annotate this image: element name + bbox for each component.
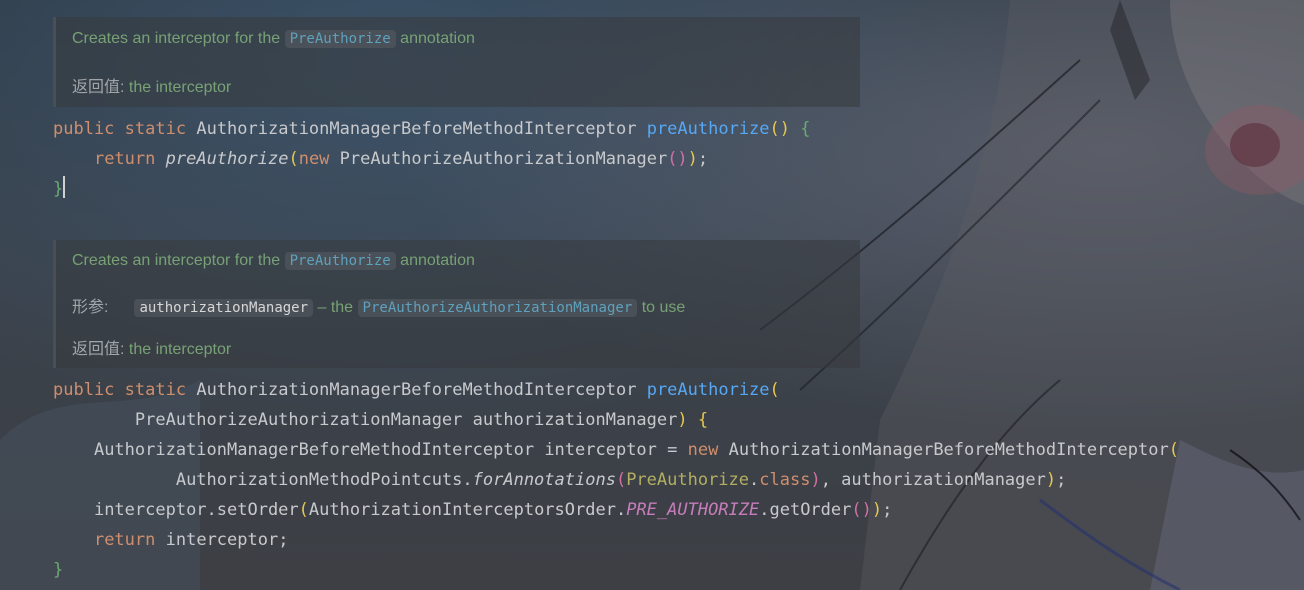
return-type[interactable]: AuthorizationManagerBeforeMethodIntercep… <box>196 380 636 400</box>
static-method[interactable]: forAnnotations <box>473 470 616 490</box>
paren-open: ( <box>769 380 780 400</box>
return-var[interactable]: interceptor; <box>166 530 289 550</box>
param-after: to use <box>641 299 686 316</box>
javadoc-description: Creates an interceptor for the PreAuthor… <box>72 30 475 48</box>
paren: () <box>769 119 791 139</box>
code-method-1[interactable]: public static AuthorizationManagerBefore… <box>53 114 811 204</box>
keyword-new: new <box>298 149 330 169</box>
javadoc-link-preauthorize[interactable]: PreAuthorize <box>284 30 396 48</box>
semicolon: ; <box>697 149 709 169</box>
javadoc-block-2: Creates an interceptor for the PreAuthor… <box>53 240 860 368</box>
paren-open: ( <box>615 470 627 490</box>
keyword-static: static <box>124 119 187 139</box>
paren-close: ) <box>810 470 821 490</box>
assign-op: = <box>667 440 678 460</box>
javadoc-returns: 返回值: the interceptor <box>72 335 231 359</box>
paren-open: ( <box>288 149 299 169</box>
keyword-return: return <box>93 149 156 169</box>
keyword-public: public <box>53 380 115 400</box>
dot: . <box>749 470 760 490</box>
class-ref[interactable]: AuthorizationInterceptorsOrder. <box>309 500 626 520</box>
param-name: authorizationManager <box>134 299 314 317</box>
paren-close: ) <box>687 149 698 169</box>
keyword-public: public <box>53 119 115 139</box>
javadoc-link-manager[interactable]: PreAuthorizeAuthorizationManager <box>357 299 638 317</box>
returns-label: 返回值: <box>72 79 125 96</box>
keyword-static: static <box>124 380 187 400</box>
javadoc-params: 形参: authorizationManager – the PreAuthor… <box>72 293 685 317</box>
returns-text: the interceptor <box>128 341 232 358</box>
class-name[interactable]: AuthorizationManagerBeforeMethodIntercep… <box>729 440 1169 460</box>
paren-close-outer: ) <box>1045 470 1057 490</box>
javadoc-description: Creates an interceptor for the PreAuthor… <box>72 252 475 270</box>
annotation-ref[interactable]: PreAuthorize <box>626 470 749 490</box>
close-brace: } <box>53 560 64 580</box>
javadoc-link-preauthorize[interactable]: PreAuthorize <box>284 252 396 270</box>
method-call[interactable]: interceptor.setOrder <box>94 500 299 520</box>
code-method-2[interactable]: public static AuthorizationManagerBefore… <box>53 375 1179 585</box>
class-ref[interactable]: AuthorizationMethodPointcuts. <box>176 470 473 490</box>
class-name[interactable]: PreAuthorizeAuthorizationManager <box>340 149 668 169</box>
paren-open: ( <box>1168 440 1179 460</box>
return-type[interactable]: AuthorizationManagerBeforeMethodIntercep… <box>196 119 636 139</box>
paren-close: ) <box>677 410 688 430</box>
javadoc-desc-text-end: annotation <box>400 252 475 269</box>
semicolon: ; <box>882 500 893 520</box>
javadoc-desc-text: Creates an interceptor for the <box>72 30 281 47</box>
method-call[interactable]: preAuthorize <box>166 149 289 169</box>
open-brace: { <box>697 410 709 430</box>
returns-label: 返回值: <box>72 341 125 358</box>
javadoc-block-1: Creates an interceptor for the PreAuthor… <box>53 17 860 107</box>
returns-text: the interceptor <box>128 79 232 96</box>
keyword-new: new <box>687 440 719 460</box>
close-brace: } <box>53 179 64 199</box>
var-type[interactable]: AuthorizationManagerBeforeMethodIntercep… <box>94 440 534 460</box>
method-name[interactable]: preAuthorize <box>647 119 770 139</box>
javadoc-desc-text-end: annotation <box>400 30 475 47</box>
method-call-get[interactable]: .getOrder <box>759 500 851 520</box>
paren-inner: () <box>667 149 688 169</box>
var-name[interactable]: interceptor <box>544 440 657 460</box>
param-sep: – the <box>317 299 354 316</box>
paren-open: ( <box>298 500 309 520</box>
params-label: 形参: <box>72 299 109 316</box>
open-brace: { <box>800 119 811 139</box>
text-cursor <box>63 176 66 198</box>
arg-rest: , authorizationManager <box>820 470 1046 490</box>
paren-close: ) <box>871 500 883 520</box>
constant-ref[interactable]: PRE_AUTHORIZE <box>626 500 759 520</box>
javadoc-returns: 返回值: the interceptor <box>72 73 231 97</box>
keyword-return: return <box>93 530 156 550</box>
param-name[interactable]: authorizationManager <box>473 410 678 430</box>
semicolon: ; <box>1056 470 1067 490</box>
paren-inner: () <box>851 500 872 520</box>
param-type[interactable]: PreAuthorizeAuthorizationManager <box>135 410 463 430</box>
keyword-class: class <box>759 470 811 490</box>
method-name[interactable]: preAuthorize <box>647 380 770 400</box>
javadoc-desc-text: Creates an interceptor for the <box>72 252 281 269</box>
